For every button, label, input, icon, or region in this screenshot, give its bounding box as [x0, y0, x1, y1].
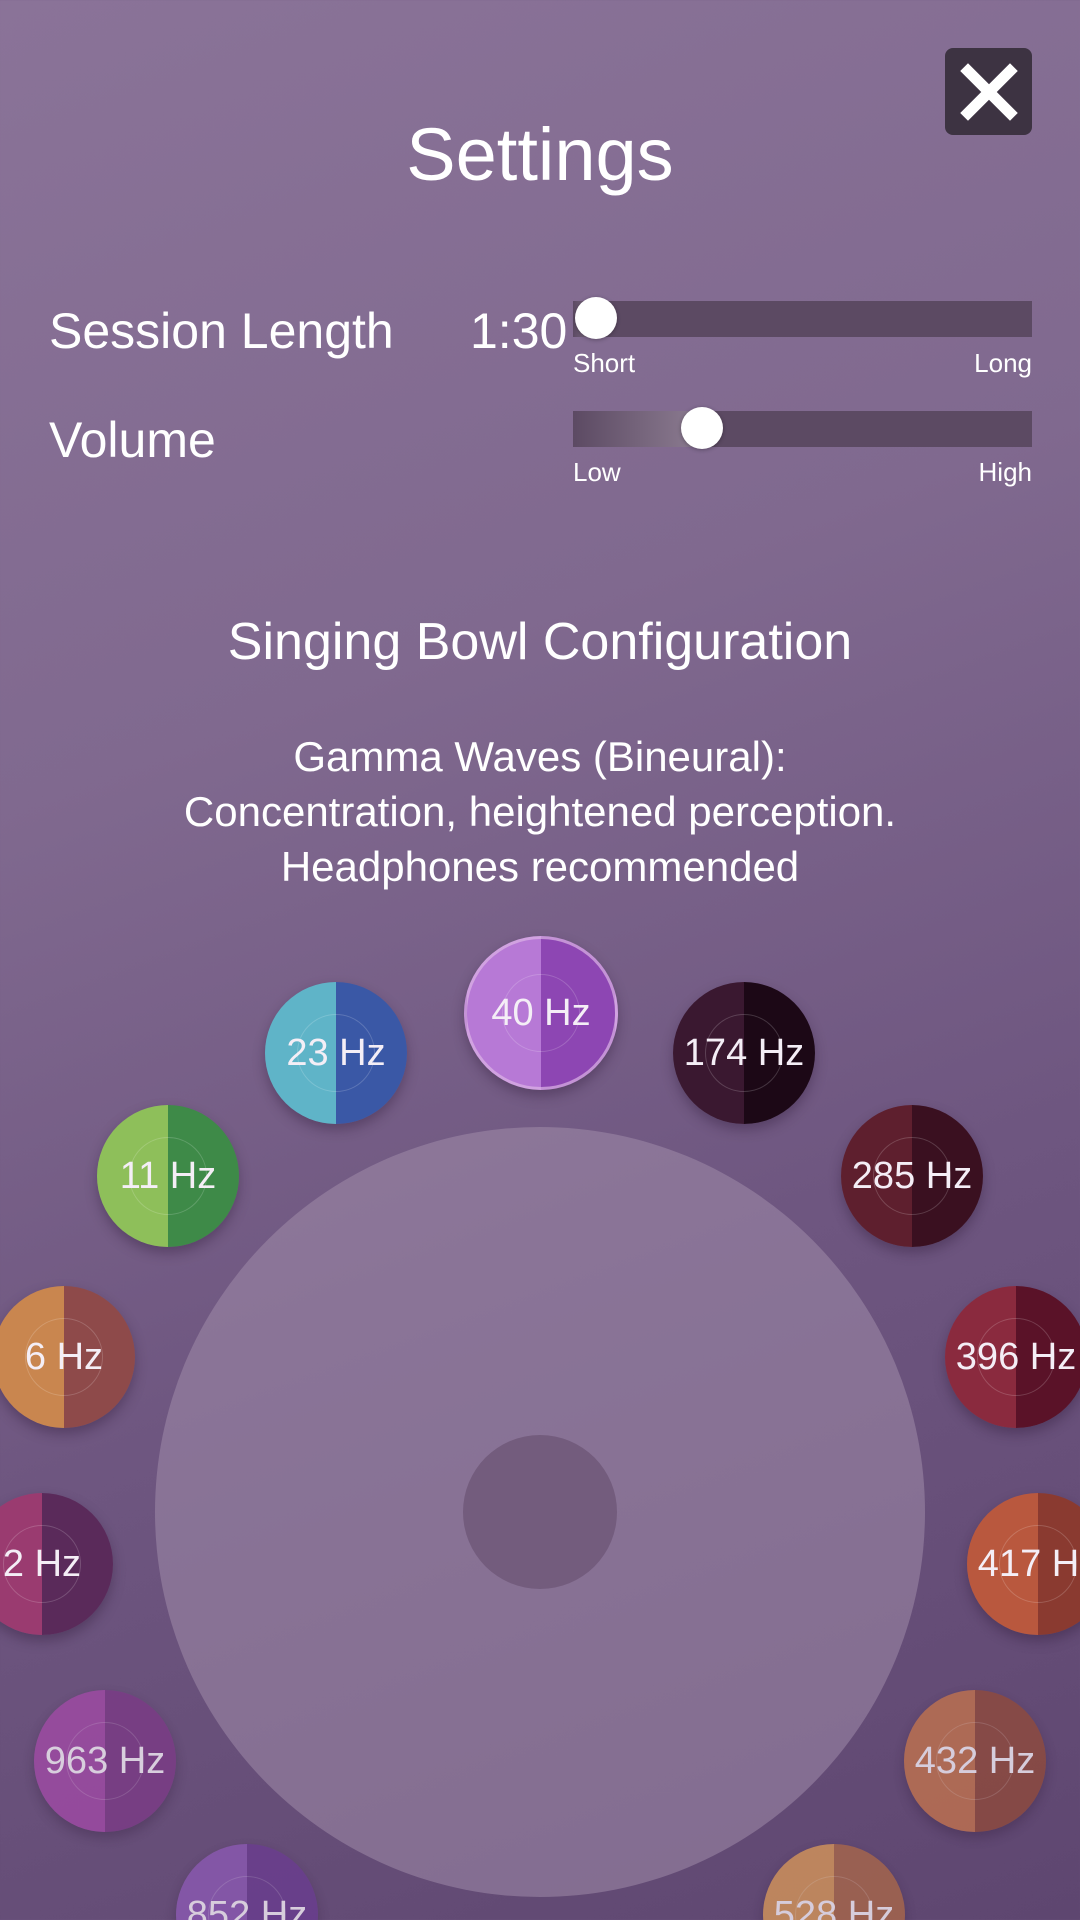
bowl-label: 852 Hz — [186, 1893, 308, 1920]
bowl-23hz[interactable]: 23 Hz — [265, 982, 407, 1124]
bowl-432hz[interactable]: 432 Hz — [904, 1690, 1046, 1832]
bowl-label: 432 Hz — [914, 1739, 1036, 1782]
bowl-label: 417 Hz — [977, 1542, 1080, 1585]
session-length-slider[interactable] — [573, 297, 1032, 339]
session-length-value: 1:30 — [470, 303, 568, 359]
page-title: Settings — [406, 113, 674, 196]
bowl-417hz[interactable]: 417 Hz — [967, 1493, 1080, 1635]
description-line-1: Gamma Waves (Bineural): — [293, 733, 787, 780]
bowl-label: 285 Hz — [851, 1154, 973, 1197]
bowl-174hz[interactable]: 174 Hz — [673, 982, 815, 1124]
session-length-min-label: Short — [573, 348, 636, 378]
bowl-963hz[interactable]: 963 Hz — [34, 1690, 176, 1832]
bowl-2hz[interactable]: 2 Hz — [0, 1493, 113, 1635]
bowl-6hz[interactable]: 6 Hz — [0, 1286, 135, 1428]
bowl-label: 963 Hz — [44, 1739, 166, 1782]
bowl-label: 174 Hz — [683, 1031, 805, 1074]
bowl-396hz[interactable]: 396 Hz — [945, 1286, 1080, 1428]
description-line-2: Concentration, heightened perception. — [183, 788, 897, 835]
volume-min-label: Low — [573, 457, 621, 487]
wheel-center[interactable] — [463, 1435, 617, 1589]
bowl-label: 528 Hz — [773, 1893, 895, 1920]
bowl-label: 23 Hz — [286, 1031, 386, 1074]
bowl-label: 40 Hz — [491, 991, 591, 1034]
bowl-285hz[interactable]: 285 Hz — [841, 1105, 983, 1247]
bowl-40hz[interactable]: 40 Hz — [464, 936, 618, 1090]
volume-max-label: High — [978, 457, 1032, 487]
section-title: Singing Bowl Configuration — [227, 613, 853, 671]
volume-label: Volume — [49, 412, 216, 468]
bowl-11hz[interactable]: 11 Hz — [97, 1105, 239, 1247]
bowl-label: 11 Hz — [119, 1154, 217, 1197]
bowl-528hz[interactable]: 528 Hz — [763, 1844, 905, 1920]
session-length-label: Session Length — [49, 303, 394, 359]
volume-slider[interactable] — [573, 407, 1032, 449]
bowl-label: 396 Hz — [955, 1335, 1077, 1378]
bowl-label: 6 Hz — [24, 1335, 104, 1378]
bowl-label: 2 Hz — [2, 1542, 82, 1585]
slider-thumb[interactable] — [574, 297, 617, 339]
description-line-3: Headphones recommended — [280, 843, 800, 890]
session-length-max-label: Long — [974, 348, 1032, 378]
slider-thumb[interactable] — [680, 407, 723, 449]
bowl-852hz[interactable]: 852 Hz — [176, 1844, 318, 1920]
